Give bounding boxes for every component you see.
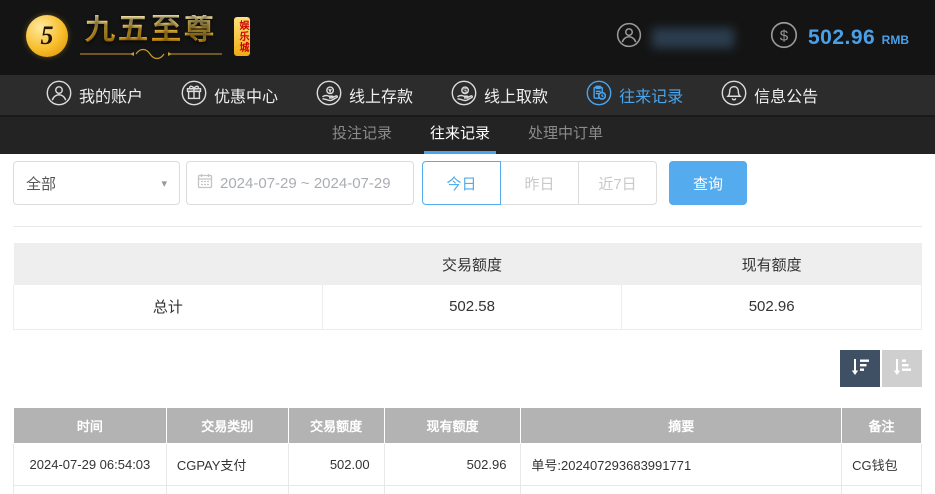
sort-descending-icon	[849, 356, 871, 381]
logo-subtitle: 娱乐城	[234, 17, 250, 56]
logo-flourish-ornament	[76, 48, 226, 60]
filter-row: 全部 ▾ 2024-07-29 ~ 2024-07-29 今日 昨日 近7日 查…	[13, 161, 922, 205]
nav-item-announcements[interactable]: 信息公告	[721, 80, 818, 111]
records-header-type: 交易类别	[166, 407, 288, 443]
summary-current-balance: 502.96	[622, 285, 922, 329]
sort-controls	[13, 350, 922, 387]
yesterday-button[interactable]: 昨日	[500, 161, 579, 205]
summary-table: 交易额度 现有额度 总计 502.58 502.96	[13, 243, 922, 330]
nav-item-my-account[interactable]: 我的账户	[46, 80, 143, 111]
section-divider	[13, 226, 922, 227]
quick-date-buttons: 今日 昨日 近7日	[422, 161, 657, 205]
logo-title: 九五至尊	[85, 15, 217, 45]
top-header: 5 九五至尊 娱乐城 $ 502.96	[0, 0, 935, 75]
records-header-time: 时间	[14, 407, 167, 443]
record-type: CGPAY支付	[166, 443, 288, 485]
logo-badge-icon: 5	[26, 15, 68, 57]
records-header-remark: 备注	[842, 407, 922, 443]
nav-item-deposit[interactable]: 线上存款	[316, 80, 413, 111]
username-redacted	[652, 28, 734, 48]
tab-betting-records[interactable]: 投注记录	[326, 117, 398, 154]
chevron-down-icon: ▾	[161, 177, 167, 190]
user-area: $ 502.96 RMB	[616, 21, 909, 54]
records-icon	[586, 80, 612, 111]
nav-item-label: 优惠中心	[214, 83, 278, 107]
type-select[interactable]: 全部 ▾	[13, 161, 180, 205]
balance-currency: RMB	[882, 33, 909, 47]
nav-item-label: 信息公告	[754, 83, 818, 107]
deposit-icon	[316, 80, 342, 111]
wallet-dollar-icon[interactable]: $	[770, 21, 798, 54]
calendar-icon	[197, 173, 213, 193]
date-range-input[interactable]: 2024-07-29 ~ 2024-07-29	[186, 161, 414, 205]
records-header-balance: 现有额度	[384, 407, 521, 443]
nav-item-withdraw[interactable]: $ 线上取款	[451, 80, 548, 111]
summary-total-row: 总计 502.58 502.96	[14, 285, 922, 329]
today-button[interactable]: 今日	[422, 161, 501, 205]
tab-pending-orders[interactable]: 处理中订单	[522, 117, 609, 154]
sort-ascending-button[interactable]	[882, 350, 922, 387]
summary-total-label: 总计	[14, 285, 323, 329]
summary-header-current-balance: 现有额度	[622, 243, 922, 285]
content-area: 全部 ▾ 2024-07-29 ~ 2024-07-29 今日 昨日 近7日 查…	[0, 161, 935, 494]
record-summary: 单号:202407293683991771	[521, 443, 842, 485]
svg-text:$: $	[463, 88, 467, 95]
record-balance: 502.96	[384, 443, 521, 485]
records-header-summary: 摘要	[521, 407, 842, 443]
sub-tabs: 投注记录 往来记录 处理中订单	[0, 117, 935, 154]
nav-item-label: 我的账户	[79, 83, 143, 107]
record-amount: 502.00	[288, 443, 384, 485]
table-row-partial	[14, 485, 922, 494]
withdraw-icon: $	[451, 80, 477, 111]
search-button[interactable]: 查询	[669, 161, 747, 205]
balance-amount: 502.96	[808, 26, 875, 49]
bell-icon	[721, 80, 747, 111]
last7days-button[interactable]: 近7日	[578, 161, 657, 205]
site-logo[interactable]: 5 九五至尊 娱乐城	[26, 15, 274, 60]
date-range-value: 2024-07-29 ~ 2024-07-29	[220, 175, 391, 192]
summary-transaction-amount: 502.58	[322, 285, 622, 329]
nav-item-promotions[interactable]: 优惠中心	[181, 80, 278, 111]
tab-transaction-records[interactable]: 往来记录	[424, 117, 496, 154]
sort-descending-button[interactable]	[840, 350, 880, 387]
records-header-row: 时间 交易类别 交易额度 现有额度 摘要 备注	[14, 407, 922, 443]
nav-item-label: 线上取款	[484, 83, 548, 107]
type-select-value: 全部	[26, 173, 56, 194]
summary-header-transaction-amount: 交易额度	[322, 243, 622, 285]
nav-item-transaction-records[interactable]: 往来记录	[586, 80, 683, 111]
user-avatar-icon[interactable]	[616, 22, 642, 53]
record-time: 2024-07-29 06:54:03	[14, 443, 167, 485]
records-header-amount: 交易额度	[288, 407, 384, 443]
summary-header-row: 交易额度 现有额度	[14, 243, 922, 285]
summary-header-empty	[14, 243, 323, 285]
sort-ascending-icon	[891, 356, 913, 381]
main-nav: 我的账户 优惠中心 线上存款 $	[0, 75, 935, 117]
records-table: 时间 交易类别 交易额度 现有额度 摘要 备注 2024-07-29 06:54…	[13, 407, 922, 494]
user-icon	[46, 80, 72, 111]
record-remark: CG钱包	[842, 443, 922, 485]
nav-item-label: 线上存款	[349, 83, 413, 107]
svg-text:$: $	[780, 27, 789, 44]
nav-item-label: 往来记录	[619, 83, 683, 107]
table-row: 2024-07-29 06:54:03 CGPAY支付 502.00 502.9…	[14, 443, 922, 485]
gift-icon	[181, 80, 207, 111]
